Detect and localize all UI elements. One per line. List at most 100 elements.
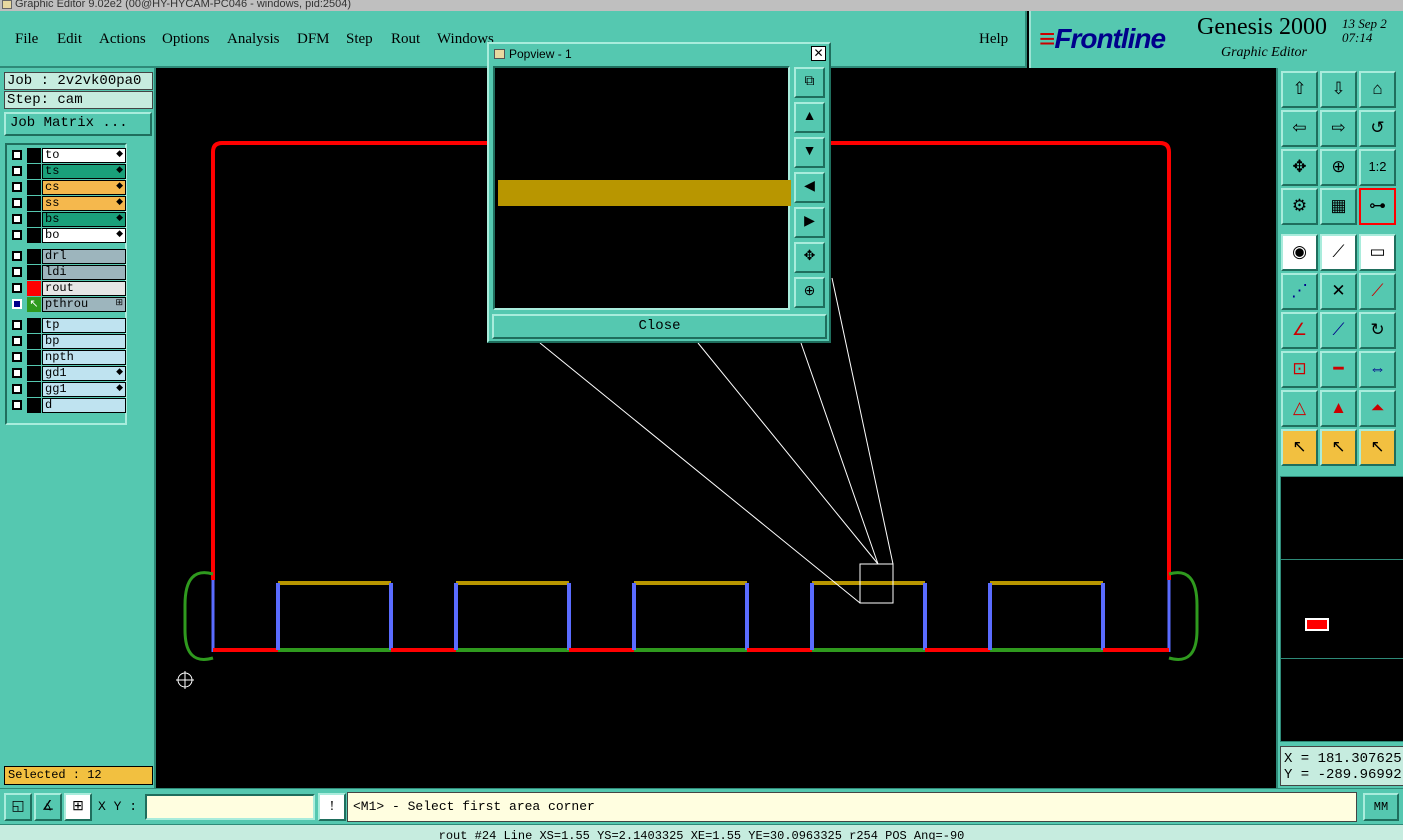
minus-icon[interactable]: ━ [1320,351,1357,388]
layer-name[interactable]: gd1 [42,366,126,381]
zoom-in-icon[interactable]: ⊕ [1320,149,1357,186]
triangle-b-icon[interactable]: ⏶ [1359,390,1396,427]
layer-row[interactable]: drl [9,249,126,264]
menu-file[interactable]: File [15,31,38,48]
snap-mode-icon[interactable]: ◱ [4,793,32,821]
layer-row[interactable]: rout [9,281,126,296]
pan-down-icon[interactable]: ⇩ [1320,71,1357,108]
zoom-1-2-icon[interactable]: 1:2 [1359,149,1396,186]
layer-color-swatch[interactable] [27,382,41,397]
layer-color-swatch[interactable] [27,398,41,413]
triangle-a-icon[interactable]: ▲ [1320,390,1357,427]
layer-checkbox[interactable] [12,283,22,293]
layer-color-swatch[interactable] [27,196,41,211]
layer-color-swatch[interactable] [27,265,41,280]
pan-left-icon[interactable]: ⇦ [1281,110,1318,147]
layer-color-swatch[interactable] [27,281,41,296]
pan-up-icon[interactable]: ⇧ [1281,71,1318,108]
pan-right-icon[interactable]: ⇨ [1320,110,1357,147]
layer-color-swatch[interactable] [27,164,41,179]
triangle-icon[interactable]: △ [1281,390,1318,427]
layer-name[interactable]: ts [42,164,126,179]
layer-row[interactable]: bp [9,334,126,349]
pop-pan-down-icon[interactable]: ▼ [794,137,825,168]
layer-checkbox[interactable] [12,150,22,160]
net-icon[interactable]: ⊶ [1359,188,1396,225]
layer-row[interactable]: gg1 ◆ [9,382,126,397]
layer-color-swatch[interactable] [27,180,41,195]
menu-options[interactable]: Options [162,31,210,48]
menu-step[interactable]: Step [346,31,373,48]
layer-checkbox[interactable] [12,352,22,362]
layer-color-swatch[interactable] [27,334,41,349]
ruler-icon[interactable]: ▭ [1359,234,1396,271]
move-icon[interactable]: ⊡ [1281,351,1318,388]
stretch-icon[interactable]: ⇔ [1359,351,1396,388]
layer-name[interactable]: rout [42,281,126,296]
warning-icon[interactable]: ! [318,793,346,821]
layer-row[interactable]: ss ◆ [9,196,126,211]
menu-rout[interactable]: Rout [391,31,420,48]
undo-zoom-icon[interactable]: ↺ [1359,110,1396,147]
layer-name[interactable]: cs [42,180,126,195]
layer-checkbox[interactable] [12,368,22,378]
layer-color-swatch[interactable] [27,249,41,264]
tools-icon[interactable]: ⚙ [1281,188,1318,225]
layer-checkbox[interactable] [12,214,22,224]
layer-color-swatch[interactable] [27,148,41,163]
home-icon[interactable]: ⌂ [1359,71,1396,108]
menu-dfm[interactable]: DFM [297,31,330,48]
layer-checkbox[interactable] [12,251,22,261]
layer-name[interactable]: npth [42,350,126,365]
layer-name[interactable]: gg1 [42,382,126,397]
layer-color-swatch[interactable] [27,318,41,333]
layer-name[interactable]: ss [42,196,126,211]
layer-color-swatch[interactable] [27,350,41,365]
layer-color-swatch[interactable] [27,228,41,243]
line-dots-icon[interactable]: ⟋ [1359,273,1396,310]
slant-icon[interactable]: ⟋ [1320,312,1357,349]
pop-pan-left-icon[interactable]: ◀ [794,172,825,203]
units-button[interactable]: MM [1363,793,1399,821]
pop-pan-up-icon[interactable]: ▲ [794,102,825,133]
layer-checkbox[interactable] [12,400,22,410]
popview-close-icon[interactable]: ✕ [811,46,826,61]
layer-name[interactable]: bp [42,334,126,349]
menu-help[interactable]: Help [979,31,1008,48]
layer-checkbox[interactable] [12,198,22,208]
layer-checkbox[interactable] [12,166,22,176]
snap-icon[interactable]: ◉ [1281,234,1318,271]
popview-view[interactable] [493,66,791,310]
overview-panel[interactable] [1280,476,1403,742]
layer-name[interactable]: drl [42,249,126,264]
layer-checkbox[interactable] [12,384,22,394]
pop-pan-right-icon[interactable]: ▶ [794,207,825,238]
layer-color-swatch[interactable] [27,366,41,381]
grid-icon[interactable]: ▦ [1320,188,1357,225]
layer-row[interactable]: cs ◆ [9,180,126,195]
layer-name[interactable]: ldi [42,265,126,280]
layer-name[interactable]: bs [42,212,126,227]
popview-close-button[interactable]: Close [492,314,827,339]
layer-name[interactable]: tp [42,318,126,333]
layer-row[interactable]: to ◆ [9,148,126,163]
menu-actions[interactable]: Actions [99,31,146,48]
layer-row[interactable]: d [9,398,126,413]
layer-row[interactable]: ts ◆ [9,164,126,179]
layer-row[interactable]: ldi [9,265,126,280]
layer-row[interactable]: tp [9,318,126,333]
menu-windows[interactable]: Windows [437,31,494,48]
layer-row[interactable]: bs ◆ [9,212,126,227]
menu-edit[interactable]: Edit [57,31,82,48]
layer-name[interactable]: bo [42,228,126,243]
menu-analysis[interactable]: Analysis [227,31,280,48]
layer-name[interactable]: pthrou [42,297,126,312]
job-matrix-button[interactable]: Job Matrix ... [4,112,152,136]
layer-color-swatch[interactable] [27,212,41,227]
layer-checkbox[interactable] [12,336,22,346]
layer-checkbox[interactable] [12,299,22,309]
connect-icon[interactable]: ⋰ [1281,273,1318,310]
layer-name[interactable]: to [42,148,126,163]
layer-row[interactable]: npth [9,350,126,365]
layer-checkbox[interactable] [12,182,22,192]
